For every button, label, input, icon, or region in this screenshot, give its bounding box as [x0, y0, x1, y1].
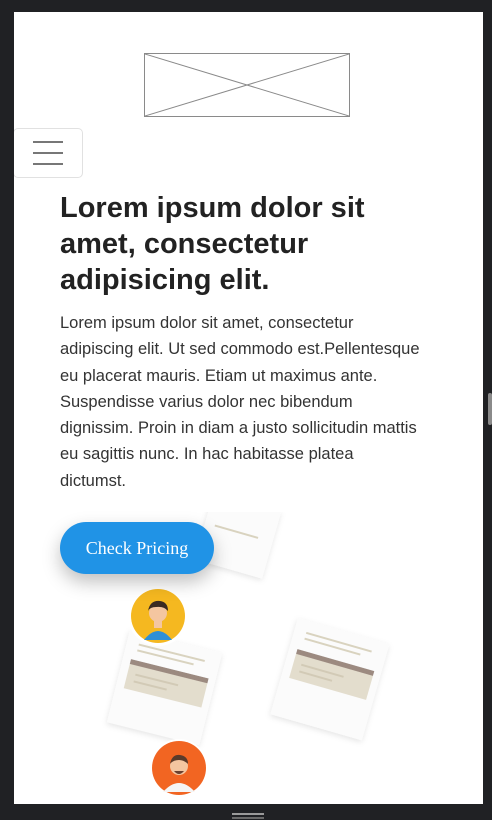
user-avatar-icon — [128, 586, 188, 646]
hamburger-menu-icon — [33, 163, 63, 165]
logo-placeholder-image[interactable] — [144, 53, 350, 117]
window-resize-handle[interactable] — [232, 813, 264, 819]
document-card — [107, 630, 223, 746]
document-card — [270, 618, 390, 741]
scrollbar-handle[interactable] — [488, 393, 492, 425]
menu-toggle-button[interactable] — [14, 128, 83, 178]
hero-title: Lorem ipsum dolor sit amet, consectetur … — [60, 192, 365, 296]
hero-description: Lorem ipsum dolor sit amet, consectetur … — [60, 314, 420, 490]
image-placeholder-icon — [145, 54, 349, 116]
hamburger-menu-icon — [33, 141, 63, 143]
check-pricing-button[interactable]: Check Pricing — [60, 522, 214, 574]
user-avatar-icon — [150, 739, 208, 797]
hamburger-menu-icon — [33, 152, 63, 154]
page-viewport: Lorem ipsum dolor sit amet, consectetur … — [14, 12, 483, 804]
